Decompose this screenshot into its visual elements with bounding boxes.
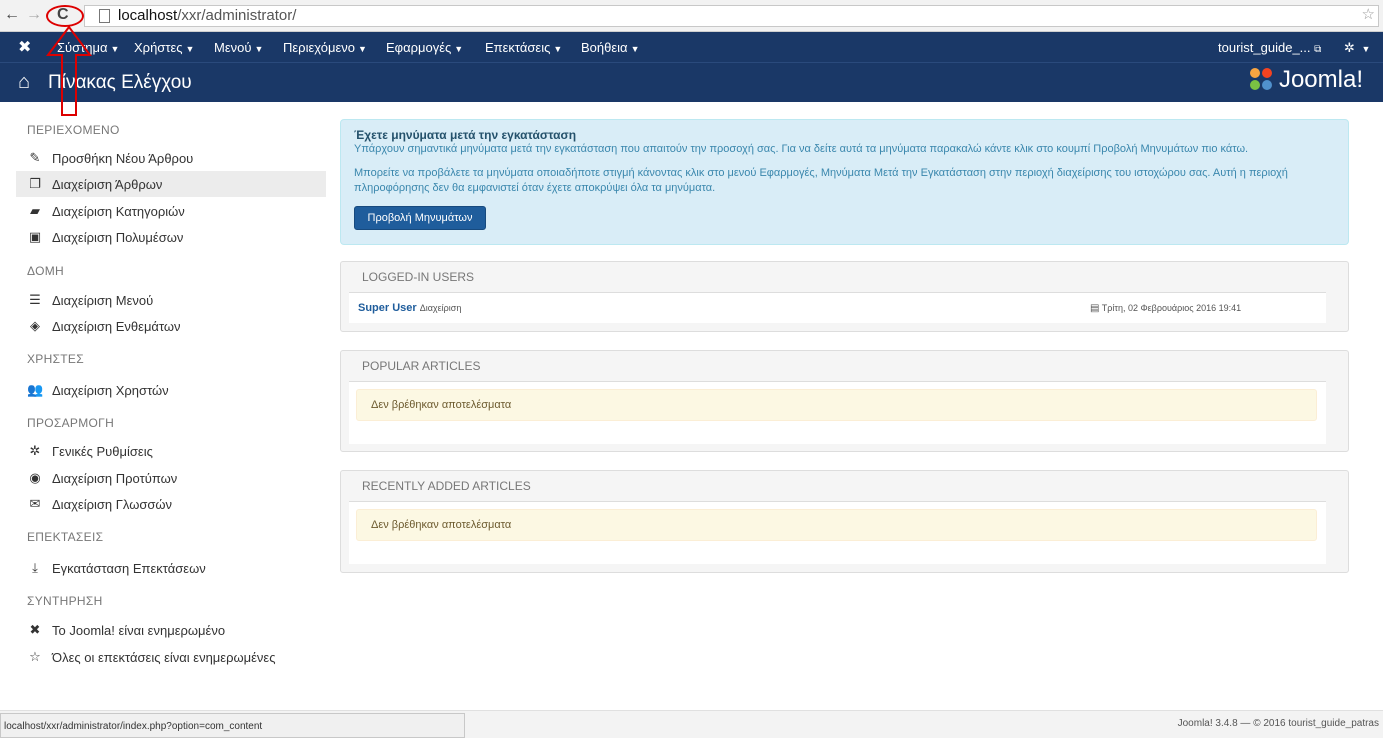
menu-extensions-label: Επεκτάσεις — [485, 40, 551, 55]
footer-copyright: Joomla! 3.4.8 — © 2016 tourist_guide_pat… — [1177, 718, 1379, 729]
image-icon: ▣ — [28, 229, 42, 244]
sidebar-item-modules[interactable]: ◈ Διαχείριση Ενθεμάτων — [16, 313, 326, 339]
view-messages-button[interactable]: Προβολή Μηνυμάτων — [354, 206, 486, 230]
menu-users-label: Χρήστες — [134, 40, 183, 55]
sidebar-item-menus[interactable]: ☰ Διαχείριση Μενού — [16, 287, 326, 313]
popular-articles-module: POPULAR ARTICLES Δεν βρέθηκαν αποτελέσμα… — [340, 350, 1349, 452]
alert-text-1: Υπάρχουν σημαντικά μηνύματα μετά την εγκ… — [354, 143, 1249, 155]
module-title: POPULAR ARTICLES — [362, 359, 481, 373]
page-header: ⌂ Πίνακας Ελέγχου Joomla! — [0, 62, 1383, 102]
comments-icon: ✉ — [29, 496, 41, 511]
menu-components[interactable]: Εφαρμογές ▼ — [386, 40, 463, 55]
admin-menu-bar: ✖ Σύστημα ▼ Χρήστες ▼ Μενού ▼ Περιεχόμενο ▼ … — [0, 32, 1383, 62]
sidebar-item-label: Εγκατάσταση Επεκτάσεων — [52, 561, 206, 576]
user-date-text: Τρίτη, 02 Φεβρουάριος 2016 19:41 — [1101, 303, 1242, 313]
sidebar-item-label: Διαχείριση Μενού — [52, 293, 154, 308]
menu-menus-label: Μενού — [214, 40, 252, 55]
joomla-small-icon: ✖ — [29, 622, 41, 637]
sidebar-item-add-article[interactable]: ✎ Προσθήκη Νέου Άρθρου — [16, 145, 326, 171]
user-menu[interactable]: tourist_guide_... ⧉ — [1218, 40, 1321, 55]
page-icon — [99, 9, 110, 23]
sidebar-section-extensions: ΕΠΕΚΤΑΣΕΙΣ — [27, 530, 104, 544]
eye-icon: ◉ — [29, 470, 41, 485]
menu-extensions[interactable]: Επεκτάσεις ▼ — [485, 40, 562, 55]
sidebar-section-maintenance: ΣΥΝΤΗΡΗΣΗ — [27, 594, 103, 608]
sidebar-section-structure: ΔΟΜΗ — [27, 264, 64, 278]
sidebar-item-label: Προσθήκη Νέου Άρθρου — [52, 151, 194, 166]
star-icon: ☆ — [29, 649, 41, 664]
joomla-logo: Joomla! — [1249, 66, 1363, 94]
sidebar-section-content: ΠΕΡΙΕΧΟΜΕΝΟ — [27, 123, 120, 137]
cube-icon: ◈ — [30, 318, 40, 333]
copy-icon: ❐ — [29, 176, 41, 191]
cog-icon: ✲ — [29, 443, 41, 458]
bookmark-star-icon[interactable]: ☆ — [1362, 7, 1375, 23]
menu-help[interactable]: Βοήθεια ▼ — [581, 40, 639, 55]
sidebar-item-label: Το Joomla! είναι ενημερωμένο — [52, 623, 226, 638]
joomla-logo-icon — [1249, 68, 1272, 90]
user-name-link[interactable]: Super User Διαχείριση — [358, 302, 461, 314]
sidebar-item-languages[interactable]: ✉ Διαχείριση Γλωσσών — [16, 491, 326, 517]
sidebar-item-extensions-uptodate[interactable]: ☆ Όλες οι επεκτάσεις είναι ενημερωμένες — [16, 644, 326, 670]
user-name: Super User — [358, 302, 417, 314]
module-title: LOGGED-IN USERS — [362, 270, 475, 284]
sidebar-item-media[interactable]: ▣ Διαχείριση Πολυμέσων — [16, 224, 326, 250]
recent-articles-module: RECENTLY ADDED ARTICLES Δεν βρέθηκαν απο… — [340, 470, 1349, 573]
sidebar-item-label: Διαχείριση Προτύπων — [52, 471, 178, 486]
sidebar-item-label: Διαχείριση Χρηστών — [52, 383, 169, 398]
users-icon: 👥 — [27, 382, 44, 397]
postinstall-alert: Έχετε μηνύματα μετά την εγκατάσταση Υπάρ… — [340, 119, 1349, 245]
folder-icon: ▰ — [30, 203, 40, 218]
menu-content-label: Περιεχόμενο — [283, 40, 355, 55]
menu-content[interactable]: Περιεχόμενο ▼ — [283, 40, 367, 55]
sidebar-item-label: Διαχείριση Ενθεμάτων — [52, 319, 181, 334]
home-icon: ⌂ — [18, 71, 31, 93]
logged-in-users-module: LOGGED-IN USERS Super User Διαχείριση ▤ Τ… — [340, 261, 1349, 332]
menu-menus[interactable]: Μενού ▼ — [214, 40, 263, 55]
pencil-icon: ✎ — [29, 150, 41, 165]
sidebar-item-templates[interactable]: ◉ Διαχείριση Προτύπων — [16, 465, 326, 491]
browser-status-bar: localhost/xxr/administrator/index.php?op… — [0, 713, 465, 738]
sidebar-item-label: Γενικές Ρυθμίσεις — [52, 444, 153, 459]
external-link-icon: ⧉ — [1314, 44, 1322, 55]
forward-arrow-icon[interactable]: → — [26, 7, 42, 23]
sidebar-item-articles[interactable]: ❐ Διαχείριση Άρθρων — [16, 171, 326, 197]
sidebar-item-label: Διαχείριση Κατηγοριών — [52, 204, 185, 219]
sidebar-item-categories[interactable]: ▰ Διαχείριση Κατηγοριών — [16, 198, 326, 224]
sidebar-section-users: ΧΡΗΣΤΕΣ — [27, 352, 84, 366]
joomla-icon[interactable]: ✖ — [18, 37, 31, 57]
sidebar-item-label: Όλες οι επεκτάσεις είναι ενημερωμένες — [52, 650, 276, 665]
no-results-message: Δεν βρέθηκαν αποτελέσματα — [356, 509, 1317, 541]
user-login-date: ▤ Τρίτη, 02 Φεβρουάριος 2016 19:41 — [1090, 303, 1241, 314]
menu-help-label: Βοήθεια — [581, 40, 628, 55]
sidebar-item-install[interactable]: ⤓ Εγκατάσταση Επεκτάσεων — [16, 555, 326, 581]
joomla-logo-text: Joomla! — [1278, 66, 1363, 93]
browser-toolbar: ← → C localhost/xxr/administrator/ ☆ — [0, 0, 1383, 32]
back-arrow-icon[interactable]: ← — [4, 7, 20, 23]
settings-gear-icon[interactable]: ✲ ▼ — [1344, 40, 1370, 56]
reload-highlight-circle — [46, 5, 84, 27]
sidebar-item-label: Διαχείριση Πολυμέσων — [52, 230, 184, 245]
url-host: localhost — [118, 7, 178, 24]
alert-text-2: Μπορείτε να προβάλετε τα μηνύματα οποιαδ… — [354, 167, 1288, 194]
user-menu-label: tourist_guide_... — [1218, 40, 1311, 55]
alert-heading: Έχετε μηνύματα μετά την εγκατάσταση — [354, 128, 577, 142]
menu-users[interactable]: Χρήστες ▼ — [134, 40, 194, 55]
user-role: Διαχείριση — [419, 303, 462, 313]
sidebar-section-configuration: ΠΡΟΣΑΡΜΟΓΗ — [27, 416, 115, 430]
sidebar-item-label: Διαχείριση Άρθρων — [52, 177, 163, 192]
url-path: /xxr/administrator/ — [177, 7, 297, 24]
sidebar-item-global-config[interactable]: ✲ Γενικές Ρυθμίσεις — [16, 438, 326, 464]
menu-components-label: Εφαρμογές — [386, 40, 452, 55]
annotation-arrow — [46, 25, 92, 116]
calendar-icon: ▤ — [1090, 303, 1100, 314]
module-title: RECENTLY ADDED ARTICLES — [362, 479, 531, 493]
download-icon: ⤓ — [32, 560, 38, 575]
sidebar-item-joomla-uptodate[interactable]: ✖ Το Joomla! είναι ενημερωμένο — [16, 617, 326, 643]
sidebar-item-users[interactable]: 👥 Διαχείριση Χρηστών — [16, 377, 326, 403]
address-text: localhost/xxr/administrator/ — [118, 7, 296, 24]
list-icon: ☰ — [29, 292, 41, 307]
sidebar-item-label: Διαχείριση Γλωσσών — [52, 497, 173, 512]
no-results-message: Δεν βρέθηκαν αποτελέσματα — [356, 389, 1317, 421]
